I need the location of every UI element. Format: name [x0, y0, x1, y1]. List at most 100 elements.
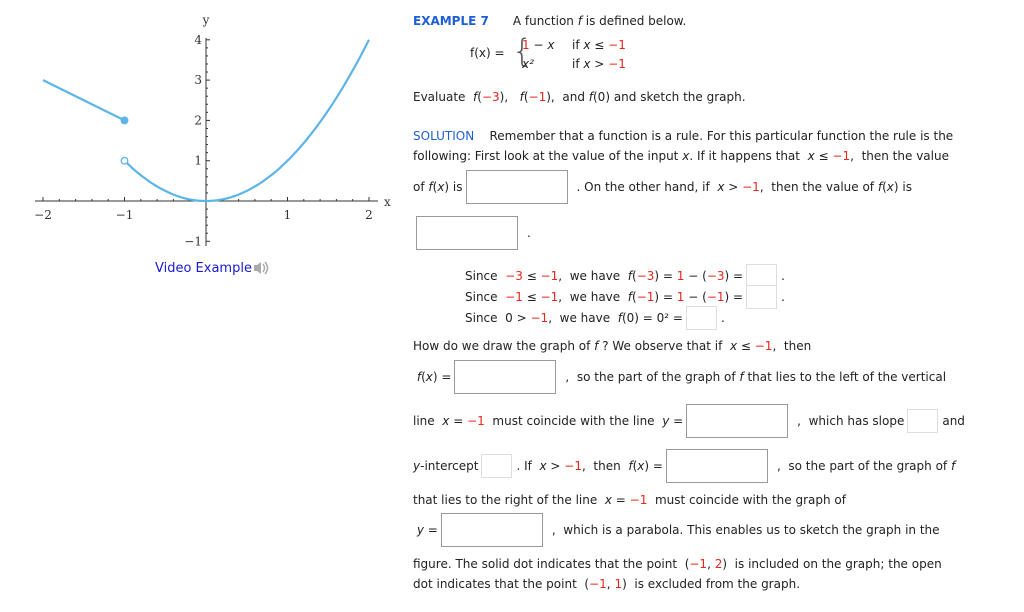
text-segment: , which is a parabola. This enables us t… [551, 523, 940, 537]
text-segment: following: First look at the value of th… [413, 149, 683, 163]
answer-input[interactable] [686, 404, 789, 438]
piecewise-expr-2: x² [522, 57, 534, 71]
highlighted-value: −1 [589, 577, 607, 591]
text-segment: , then the value [850, 149, 949, 163]
text-segment: f [950, 459, 956, 473]
answer-input[interactable] [481, 454, 513, 478]
highlighted-value: −1 [832, 149, 851, 163]
text-segment: ≤ [737, 339, 755, 353]
text-segment: x [425, 370, 433, 384]
text-segment: Evaluate [413, 90, 474, 104]
y-tick-label: 2 [194, 113, 202, 127]
text-segment: y [416, 523, 424, 537]
video-example-link[interactable]: Video Example [155, 260, 270, 276]
y-axis-label: y [202, 13, 210, 27]
text-segment: A function [512, 14, 578, 28]
x-tick-label: 1 [284, 208, 292, 222]
function-graph: −2 −1 1 2 −1 1 2 3 4 x y [34, 13, 391, 248]
y-tick-label: 4 [194, 33, 202, 47]
highlighted-value: −1 [467, 414, 485, 428]
highlighted-value: −1 [608, 57, 626, 71]
text-segment: ), and [546, 90, 589, 104]
text-segment: Since 0 > [465, 311, 531, 325]
text-line: f(x) =, so the part of the graph of f th… [413, 359, 946, 395]
y-tick-label: 3 [194, 73, 202, 87]
answer-input[interactable] [454, 360, 557, 394]
text-segment: y [413, 459, 421, 473]
text-segment: dot indicates that the point ( [413, 577, 590, 591]
text-segment: ≤ [590, 38, 609, 52]
text-segment: x [682, 149, 690, 163]
answer-input[interactable] [440, 513, 543, 547]
piecewise-cond-2: if x > −1 [572, 57, 626, 71]
text-segment: , which has slope [797, 414, 905, 428]
text-segment: . If it happens that [689, 149, 808, 163]
text-segment: > [590, 57, 609, 71]
text-segment: x [637, 459, 645, 473]
answer-input[interactable] [685, 306, 717, 330]
text-segment: ? We observe that if [598, 339, 730, 353]
curve-linear-piece [42, 79, 125, 122]
text-segment: must coincide with the graph of [647, 493, 846, 507]
text-segment: must coincide with the line [484, 414, 663, 428]
example-header: EXAMPLE 7 A function f is defined below. [413, 3, 686, 39]
example-label: EXAMPLE 7 [413, 14, 489, 28]
text-segment: ) is excluded from the graph. [622, 577, 801, 591]
text-segment: , so the part of the graph of [776, 459, 951, 473]
highlighted-value: −1 [564, 459, 582, 473]
answer-input[interactable] [746, 285, 778, 309]
text-line: y -intercept. If x > −1, then f(x) =, so … [413, 448, 955, 484]
text-segment: ), [499, 90, 520, 104]
text-segment: x [729, 339, 738, 353]
text-segment: , then [581, 459, 629, 473]
text-segment: ) is [444, 180, 463, 194]
text-segment: y [662, 414, 670, 428]
text-segment: , so the part of the graph of [565, 370, 740, 384]
open-dot [120, 156, 129, 165]
text-line: dot indicates that the point (−1, 1) is … [413, 566, 800, 602]
text-segment: x² [522, 57, 534, 71]
piecewise-expr-1: 1 − x [522, 38, 554, 52]
y-tick-label: 1 [194, 154, 202, 168]
text-segment: , we have [548, 311, 618, 325]
answer-input[interactable] [665, 449, 768, 483]
text-segment: − [529, 38, 548, 52]
text-segment: if [572, 57, 584, 71]
text-segment: ) = [724, 290, 744, 304]
text-segment: , [606, 577, 615, 591]
y-tick-label: −1 [184, 234, 202, 248]
text-segment: is defined below. [581, 14, 687, 28]
text-segment: = [669, 414, 684, 428]
answer-input[interactable] [416, 216, 518, 250]
answer-input[interactable] [907, 409, 939, 433]
highlighted-value: −3 [481, 90, 500, 104]
text-segment: . [527, 226, 531, 240]
text-line: Evaluate f(−3), f(−1), and f (0) and sket… [413, 79, 746, 115]
text-segment: ≤ [814, 149, 833, 163]
example-intro: A function f is defined below. [513, 14, 687, 28]
text-segment: that lies to the right of the line [413, 493, 605, 507]
text-segment: x [539, 459, 547, 473]
text-line: of f(x) is. On the other hand, if x > −1… [413, 169, 912, 205]
answer-input[interactable] [465, 170, 568, 204]
text-segment: ) = [644, 459, 663, 473]
text-segment: = [449, 414, 468, 428]
text-segment: , then the value of [759, 180, 878, 194]
highlighted-value: −1 [530, 311, 549, 325]
text-segment: (0) = 0² = [621, 311, 683, 325]
highlighted-value: −1 [629, 493, 648, 507]
x-tick-label: −1 [116, 208, 134, 222]
piecewise-lhs: f(x) = [470, 46, 505, 60]
text-segment: x [807, 149, 815, 163]
text-line: line x = −1 must coincide with the line … [413, 403, 965, 439]
x-tick-label: −2 [34, 208, 52, 222]
text-segment: . On the other hand, if [576, 180, 718, 194]
text-segment: > [724, 180, 743, 194]
text-line: . [413, 215, 531, 251]
video-example-label: Video Example [155, 260, 252, 276]
text-segment: , then [772, 339, 812, 353]
text-segment: ) = [432, 370, 452, 384]
text-segment: x [547, 38, 555, 52]
text-segment: x [604, 493, 612, 507]
text-segment: = [611, 493, 630, 507]
